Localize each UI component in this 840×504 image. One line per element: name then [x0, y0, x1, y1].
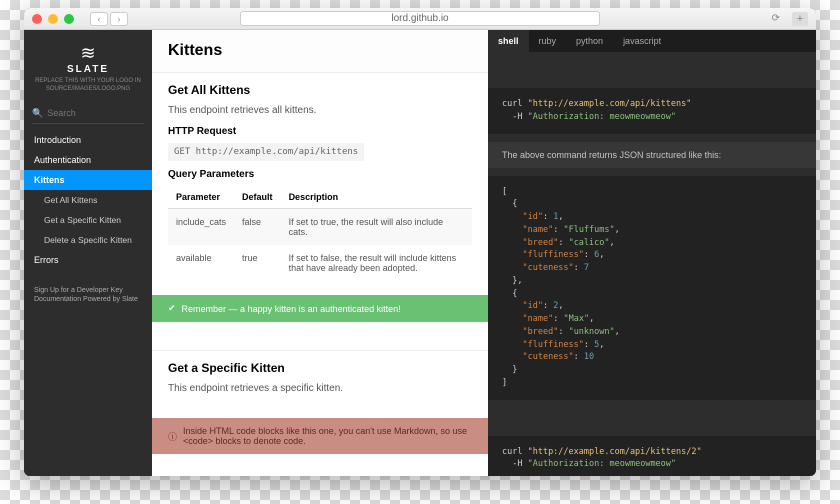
th-parameter: Parameter: [168, 186, 234, 209]
brand-name: SLATE: [32, 64, 144, 75]
tab-shell[interactable]: shell: [488, 30, 529, 52]
brand-tagline: REPLACE THIS WITH YOUR LOGO IN SOURCE/IM…: [32, 78, 144, 94]
footer-signup[interactable]: Sign Up for a Developer Key: [34, 286, 142, 296]
aside-warning: ⓘ Inside HTML code blocks like this one,…: [152, 418, 488, 454]
code-block-json: [ { "id": 1, "name": "Fluffums", "breed"…: [488, 176, 816, 400]
section-desc: This endpoint retrieves a specific kitte…: [168, 383, 472, 394]
search-box[interactable]: 🔍: [32, 108, 144, 124]
toc-delete-specific-kitten[interactable]: Delete a Specific Kitten: [24, 230, 152, 250]
table-row: include_cats false If set to true, the r…: [168, 209, 472, 246]
section-heading: Get All Kittens: [168, 83, 472, 97]
toc-errors[interactable]: Errors: [24, 250, 152, 270]
table-row: available true If set to false, the resu…: [168, 245, 472, 281]
address-bar[interactable]: lord.github.io: [240, 11, 600, 26]
code-block-curl2: curl "http://example.com/api/kittens/2" …: [488, 436, 816, 477]
toc: Introduction Authentication Kittens Get …: [24, 130, 152, 270]
toc-get-specific-kitten[interactable]: Get a Specific Kitten: [24, 210, 152, 230]
toc-kittens[interactable]: Kittens: [24, 170, 152, 190]
forward-button[interactable]: ›: [110, 12, 128, 26]
close-icon[interactable]: [32, 14, 42, 24]
section-heading: Get a Specific Kitten: [168, 361, 472, 375]
toc-authentication[interactable]: Authentication: [24, 150, 152, 170]
titlebar: ‹ › lord.github.io ⟳ +: [24, 8, 816, 30]
search-icon: 🔍: [32, 108, 43, 119]
sidebar: ≋ SLATE REPLACE THIS WITH YOUR LOGO IN S…: [24, 30, 152, 476]
lang-tabs: shell ruby python javascript: [488, 30, 816, 52]
params-table: Parameter Default Description include_ca…: [168, 186, 472, 281]
reload-icon[interactable]: ⟳: [772, 13, 780, 24]
code-note: The above command returns JSON structure…: [488, 142, 816, 168]
code-pane[interactable]: shell ruby python javascript curl "http:…: [488, 30, 816, 476]
back-button[interactable]: ‹: [90, 12, 108, 26]
query-params-label: Query Parameters: [168, 169, 472, 180]
sidebar-footer: Sign Up for a Developer Key Documentatio…: [24, 280, 152, 312]
check-icon: ✔: [168, 303, 176, 314]
aside-success: ✔ Remember — a happy kitten is an authen…: [152, 295, 488, 322]
docs-pane[interactable]: Kittens Get All Kittens This endpoint re…: [152, 30, 488, 476]
tab-javascript[interactable]: javascript: [613, 30, 671, 52]
info-icon: ⓘ: [168, 430, 177, 443]
tab-python[interactable]: python: [566, 30, 613, 52]
url-text: lord.github.io: [391, 13, 448, 24]
toc-get-all-kittens[interactable]: Get All Kittens: [24, 190, 152, 210]
minimize-icon[interactable]: [48, 14, 58, 24]
th-default: Default: [234, 186, 281, 209]
search-input[interactable]: [47, 108, 137, 118]
logo-icon: ≋: [32, 44, 144, 62]
zoom-icon[interactable]: [64, 14, 74, 24]
aside-text: Inside HTML code blocks like this one, y…: [183, 426, 472, 446]
code-block-curl1: curl "http://example.com/api/kittens" -H…: [488, 88, 816, 134]
new-tab-button[interactable]: +: [792, 12, 808, 26]
tab-ruby[interactable]: ruby: [529, 30, 567, 52]
page-title: Kittens: [152, 30, 488, 73]
section-desc: This endpoint retrieves all kittens.: [168, 105, 472, 116]
th-description: Description: [281, 186, 472, 209]
brand: ≋ SLATE REPLACE THIS WITH YOUR LOGO IN S…: [24, 30, 152, 102]
footer-powered[interactable]: Documentation Powered by Slate: [34, 295, 142, 305]
http-request-label: HTTP Request: [168, 126, 472, 137]
http-request: GET http://example.com/api/kittens: [168, 143, 364, 161]
browser-window: ‹ › lord.github.io ⟳ + ≋ SLATE REPLACE T…: [24, 8, 816, 476]
toc-introduction[interactable]: Introduction: [24, 130, 152, 150]
aside-text: Remember — a happy kitten is an authenti…: [182, 304, 401, 314]
